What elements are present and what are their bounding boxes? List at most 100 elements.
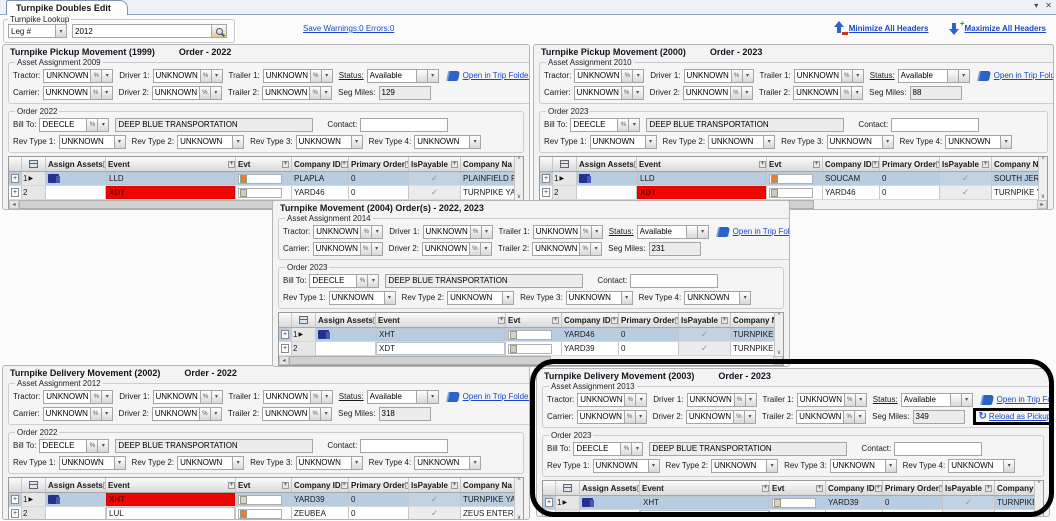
rev-type3-combo[interactable]: ▾ (830, 459, 897, 473)
lookup-icon[interactable]: % (625, 393, 636, 407)
event-cell[interactable]: XDT (640, 510, 769, 517)
lookup-icon[interactable]: % (732, 69, 743, 83)
rev-type2-input[interactable] (447, 291, 503, 305)
lookup-icon[interactable]: % (471, 225, 482, 239)
status-input[interactable] (898, 69, 948, 83)
chevron-down-icon[interactable]: ▾ (632, 442, 643, 456)
col-assign-assets[interactable]: Assign Assets+ (580, 481, 640, 495)
trailer2-combo[interactable]: %▾ (793, 86, 863, 100)
select-all-icon[interactable] (29, 160, 38, 168)
lookup-icon[interactable]: % (91, 407, 102, 421)
tractor-combo[interactable]: %▾ (43, 69, 113, 83)
status-label-link[interactable]: Status: (870, 71, 895, 80)
lookup-icon[interactable]: % (841, 86, 852, 100)
scroll-up-icon[interactable]: ^ (1038, 481, 1041, 487)
primary-order-cell[interactable]: 0 (619, 328, 679, 341)
event-cell[interactable]: XDT (637, 186, 766, 199)
chevron-down-icon[interactable]: ▾ (883, 135, 894, 149)
evt-cell[interactable] (238, 495, 282, 505)
table-row[interactable]: + 2▶ LUL ZEUBEA 0 ✓ ZEUS ENTERP (9, 507, 523, 520)
primary-order-cell[interactable]: 0 (349, 493, 409, 506)
evt-cell[interactable] (772, 498, 816, 508)
chevron-down-icon[interactable]: ▾ (767, 459, 778, 473)
lookup-icon[interactable]: % (361, 242, 372, 256)
reload-as-pickup-move-link[interactable]: Reload as Pickup Move (989, 412, 1050, 421)
rev-type2-combo[interactable]: ▾ (177, 456, 244, 470)
bill-to-input[interactable] (309, 274, 357, 288)
carrier-input[interactable] (43, 86, 91, 100)
select-all-cell[interactable] (553, 157, 577, 171)
filter-icon[interactable]: + (451, 482, 458, 489)
table-row[interactable]: + 1▶ XHT YARD39 0 ✓ TURNPIKE YA (9, 493, 523, 507)
scroll-down-icon[interactable]: ∨ (777, 349, 781, 356)
tractor-combo[interactable]: %▾ (577, 393, 647, 407)
lookup-icon[interactable]: % (580, 242, 591, 256)
status-combo[interactable]: ▾ (637, 225, 709, 239)
filter-icon[interactable]: + (228, 161, 235, 168)
rev-type2-combo[interactable]: ▾ (447, 291, 514, 305)
table-row[interactable]: + 2▶ XDT YARD46 0 ✓ TURNPIKE YA (540, 186, 1047, 200)
status-label-link[interactable]: Status: (339, 392, 364, 401)
scroll-right-icon[interactable]: ▸ (773, 356, 783, 365)
evt-cell[interactable] (238, 188, 282, 198)
open-in-trip-folder-link[interactable]: Open in Trip Folder (733, 227, 790, 236)
bill-to-input[interactable] (39, 439, 87, 453)
trailer1-input[interactable] (263, 390, 311, 404)
driver1-combo[interactable]: %▾ (423, 225, 493, 239)
col-primary-order[interactable]: Primary Order+ (349, 478, 409, 492)
filter-icon[interactable]: + (872, 161, 879, 168)
company-id-cell[interactable]: YARD46 (823, 186, 880, 199)
expand-row-icon[interactable]: + (542, 188, 550, 197)
event-cell[interactable]: LLD (637, 172, 766, 185)
lookup-icon[interactable]: % (581, 225, 592, 239)
trailer1-combo[interactable]: %▾ (533, 225, 603, 239)
lookup-icon[interactable]: % (200, 407, 211, 421)
filter-icon[interactable]: + (498, 317, 505, 324)
lookup-icon[interactable]: % (731, 86, 742, 100)
rev-type2-combo[interactable]: ▾ (177, 135, 244, 149)
window-close-icon[interactable]: ✕ (1045, 1, 1052, 10)
lookup-icon[interactable]: % (361, 225, 372, 239)
driver1-input[interactable] (423, 225, 471, 239)
col-company-id[interactable]: Company ID+ (292, 478, 349, 492)
trailer2-combo[interactable]: %▾ (532, 242, 602, 256)
rev-type1-combo[interactable]: ▾ (59, 456, 126, 470)
driver2-input[interactable] (422, 242, 470, 256)
status-input[interactable] (367, 390, 417, 404)
evt-cell[interactable] (238, 509, 282, 519)
col-company-id[interactable]: Company ID+ (826, 481, 883, 495)
chevron-down-icon[interactable]: ▾ (102, 407, 113, 421)
event-cell[interactable]: LLD (106, 172, 235, 185)
chevron-down-icon[interactable]: ▾ (102, 86, 113, 100)
driver1-combo[interactable]: %▾ (153, 69, 223, 83)
rev-type4-input[interactable] (414, 135, 470, 149)
assign-assets-icon[interactable] (582, 498, 593, 507)
select-all-icon[interactable] (299, 316, 308, 324)
driver1-input[interactable] (153, 69, 201, 83)
lookup-icon[interactable]: % (357, 274, 368, 288)
trailer2-input[interactable] (796, 410, 844, 424)
table-row[interactable]: + 1▶ XHT YARD46 0 ✓ TURNPIKE YA (279, 328, 783, 342)
lookup-icon[interactable]: % (201, 390, 212, 404)
chevron-down-icon[interactable]: ▾ (1001, 135, 1012, 149)
rev-type3-input[interactable] (566, 291, 622, 305)
rev-type1-combo[interactable]: ▾ (59, 135, 126, 149)
chevron-down-icon[interactable]: ▾ (503, 291, 514, 305)
select-all-cell[interactable] (556, 481, 580, 495)
primary-order-cell[interactable]: 0 (619, 342, 679, 355)
driver2-input[interactable] (152, 86, 200, 100)
rev-type2-input[interactable] (177, 135, 233, 149)
filter-icon[interactable]: + (721, 317, 728, 324)
rev-type1-combo[interactable]: ▾ (590, 135, 657, 149)
lookup-icon[interactable]: % (618, 118, 629, 132)
rev-type3-input[interactable] (296, 456, 352, 470)
company-id-cell[interactable]: ZEUBEA (292, 507, 349, 520)
chevron-down-icon[interactable]: ▾ (740, 291, 751, 305)
trailer2-input[interactable] (262, 86, 310, 100)
event-cell[interactable]: XDT (106, 186, 235, 199)
event-cell[interactable]: XHT (106, 493, 235, 506)
status-input[interactable] (637, 225, 687, 239)
company-id-cell[interactable]: YARD46 (562, 328, 619, 341)
filter-icon[interactable]: + (341, 161, 348, 168)
lookup-icon[interactable]: % (310, 407, 321, 421)
